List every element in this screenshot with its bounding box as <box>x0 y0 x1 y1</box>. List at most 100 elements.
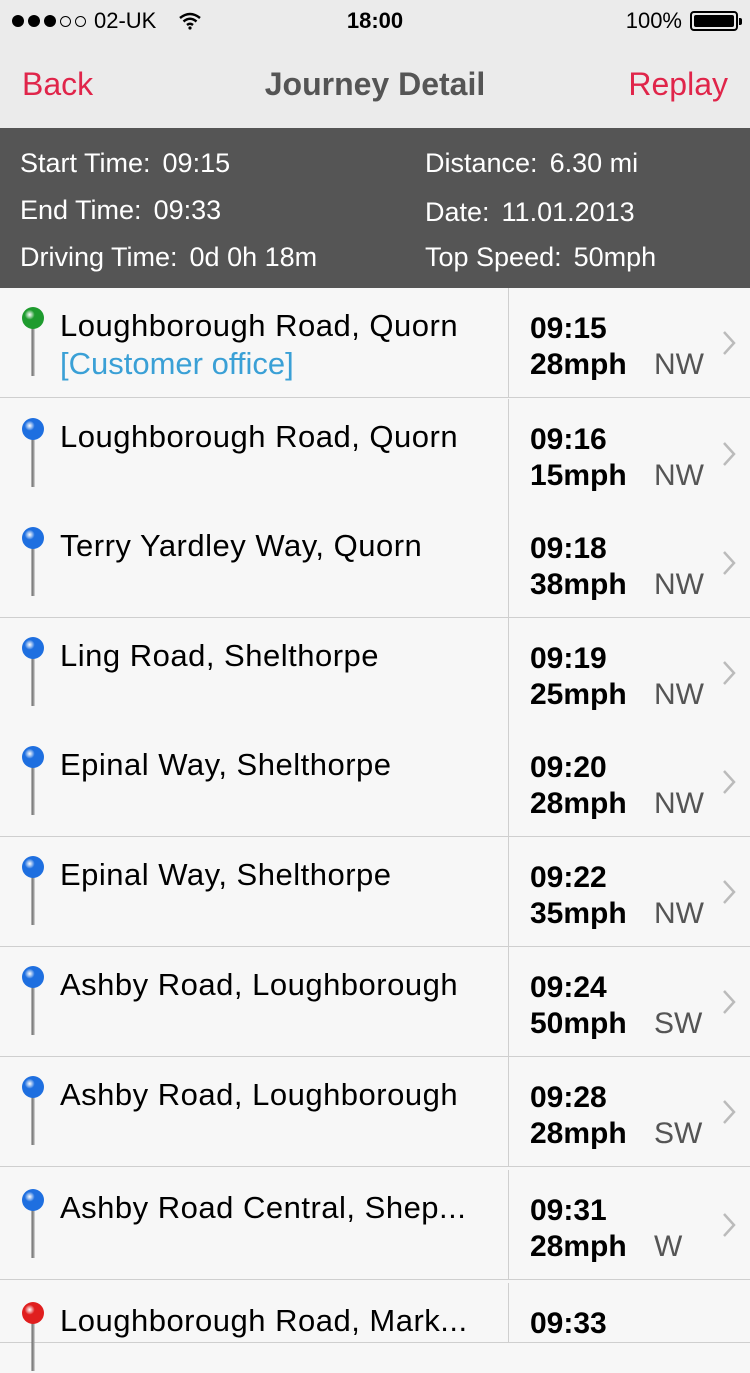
column-divider <box>508 1170 509 1279</box>
distance-label: Distance: <box>425 148 538 178</box>
stop-speed: 28mph <box>530 1117 627 1150</box>
date-value: 11.01.2013 <box>501 197 635 227</box>
red-pin-icon <box>22 1302 44 1371</box>
stop-time: 09:28 <box>530 1081 607 1114</box>
stop-time: 09:31 <box>530 1194 607 1227</box>
battery-icon <box>690 11 742 31</box>
column-divider <box>508 947 509 1056</box>
stop-time: 09:18 <box>530 532 607 565</box>
stop-location: Ling Road, Shelthorpe <box>60 638 380 673</box>
journey-stop-row[interactable]: Loughborough Road, Quorn [Customer office… <box>0 288 750 398</box>
start-time-value: 09:15 <box>162 148 231 178</box>
driving-time: Driving Time: 0d 0h 18m <box>20 242 317 273</box>
chevron-right-icon <box>723 551 736 575</box>
chevron-right-icon <box>723 1100 736 1124</box>
replay-button[interactable]: Replay <box>628 66 728 103</box>
battery-area: 100% <box>625 8 742 34</box>
stop-direction: SW <box>654 1007 703 1040</box>
blue-pin-icon <box>22 1076 44 1145</box>
stop-time: 09:24 <box>530 971 607 1004</box>
stop-location: Epinal Way, Shelthorpe <box>60 857 392 892</box>
stop-location: Ashby Road, Loughborough <box>60 967 459 1002</box>
end-time-value: 09:33 <box>153 195 222 225</box>
stop-time: 09:20 <box>530 751 607 784</box>
navigation-bar: Back Journey Detail Replay <box>0 42 750 128</box>
blue-pin-icon <box>22 637 44 706</box>
start-time: Start Time: 09:15 <box>20 148 230 179</box>
top-speed-value: 50mph <box>573 242 657 272</box>
driving-time-label: Driving Time: <box>20 242 178 272</box>
journey-stop-row[interactable]: Loughborough Road, Quorn 09:16 15mph NW <box>0 399 750 509</box>
stop-direction: NW <box>654 678 704 711</box>
column-divider <box>508 1057 509 1166</box>
stop-speed: 28mph <box>530 348 627 381</box>
journey-stop-row[interactable]: Loughborough Road, Mark... 09:33 <box>0 1283 750 1371</box>
status-bar: 02-UK 18:00 100% <box>0 0 750 42</box>
journey-stop-row[interactable]: Ashby Road, Loughborough 09:24 50mph SW <box>0 947 750 1057</box>
stop-speed: 38mph <box>530 568 627 601</box>
blue-pin-icon <box>22 746 44 815</box>
end-time: End Time: 09:33 <box>20 195 221 226</box>
journey-stop-row[interactable]: Ling Road, Shelthorpe 09:19 25mph NW <box>0 618 750 728</box>
column-divider <box>508 508 509 617</box>
top-speed: Top Speed: 50mph <box>425 242 656 273</box>
green-pin-icon <box>22 307 44 376</box>
column-divider <box>508 837 509 946</box>
stop-direction: W <box>654 1230 683 1263</box>
column-divider <box>508 288 509 397</box>
chevron-right-icon <box>723 1213 736 1237</box>
chevron-right-icon <box>723 331 736 355</box>
chevron-right-icon <box>723 990 736 1014</box>
column-divider <box>508 1283 509 1342</box>
stop-direction: NW <box>654 568 704 601</box>
chevron-right-icon <box>723 661 736 685</box>
stop-speed: 35mph <box>530 897 627 930</box>
stop-direction: SW <box>654 1117 703 1150</box>
journey-stop-row[interactable]: Epinal Way, Shelthorpe 09:22 35mph NW <box>0 837 750 947</box>
journey-summary: Start Time: 09:15 End Time: 09:33 Driving … <box>0 128 750 288</box>
battery-percent: 100% <box>625 8 682 33</box>
stop-speed: 50mph <box>530 1007 627 1040</box>
stop-direction: NW <box>654 787 704 820</box>
distance-value: 6.30 mi <box>549 148 639 178</box>
stop-speed: 15mph <box>530 459 627 492</box>
end-time-label: End Time: <box>20 195 142 225</box>
stop-speed: 25mph <box>530 678 627 711</box>
stop-time: 09:22 <box>530 861 607 894</box>
column-divider <box>508 618 509 727</box>
stop-time: 09:16 <box>530 423 607 456</box>
column-divider <box>508 727 509 836</box>
stop-tag[interactable]: [Customer office] <box>60 346 294 382</box>
blue-pin-icon <box>22 527 44 596</box>
stop-speed: 28mph <box>530 787 627 820</box>
top-speed-label: Top Speed: <box>425 242 562 272</box>
blue-pin-icon <box>22 1189 44 1258</box>
stop-time: 09:15 <box>530 312 607 345</box>
driving-time-value: 0d 0h 18m <box>189 242 318 272</box>
stop-location: Terry Yardley Way, Quorn <box>60 528 423 563</box>
start-time-label: Start Time: <box>20 148 151 178</box>
chevron-right-icon <box>723 770 736 794</box>
journey-stop-row[interactable]: Terry Yardley Way, Quorn 09:18 38mph NW <box>0 508 750 618</box>
blue-pin-icon <box>22 966 44 1035</box>
date: Date: 11.01.2013 <box>425 197 635 228</box>
stop-location: Ashby Road Central, Shep... <box>60 1190 467 1225</box>
stop-location: Ashby Road, Loughborough <box>60 1077 459 1112</box>
stop-direction: NW <box>654 897 704 930</box>
stop-location: Epinal Way, Shelthorpe <box>60 747 392 782</box>
stop-time: 09:19 <box>530 642 607 675</box>
blue-pin-icon <box>22 418 44 487</box>
blue-pin-icon <box>22 856 44 925</box>
journey-stop-row[interactable]: Epinal Way, Shelthorpe 09:20 28mph NW <box>0 727 750 837</box>
chevron-right-icon <box>723 880 736 904</box>
journey-stop-row[interactable]: Ashby Road, Loughborough 09:28 28mph SW <box>0 1057 750 1167</box>
date-label: Date: <box>425 197 490 227</box>
stop-location: Loughborough Road, Quorn <box>60 308 459 343</box>
column-divider <box>508 399 509 508</box>
stop-direction: NW <box>654 348 704 381</box>
distance: Distance: 6.30 mi <box>425 148 638 179</box>
stop-time: 09:33 <box>530 1307 607 1340</box>
journey-stop-row[interactable]: Ashby Road Central, Shep... 09:31 28mph W <box>0 1170 750 1280</box>
chevron-right-icon <box>723 442 736 466</box>
stop-direction: NW <box>654 459 704 492</box>
